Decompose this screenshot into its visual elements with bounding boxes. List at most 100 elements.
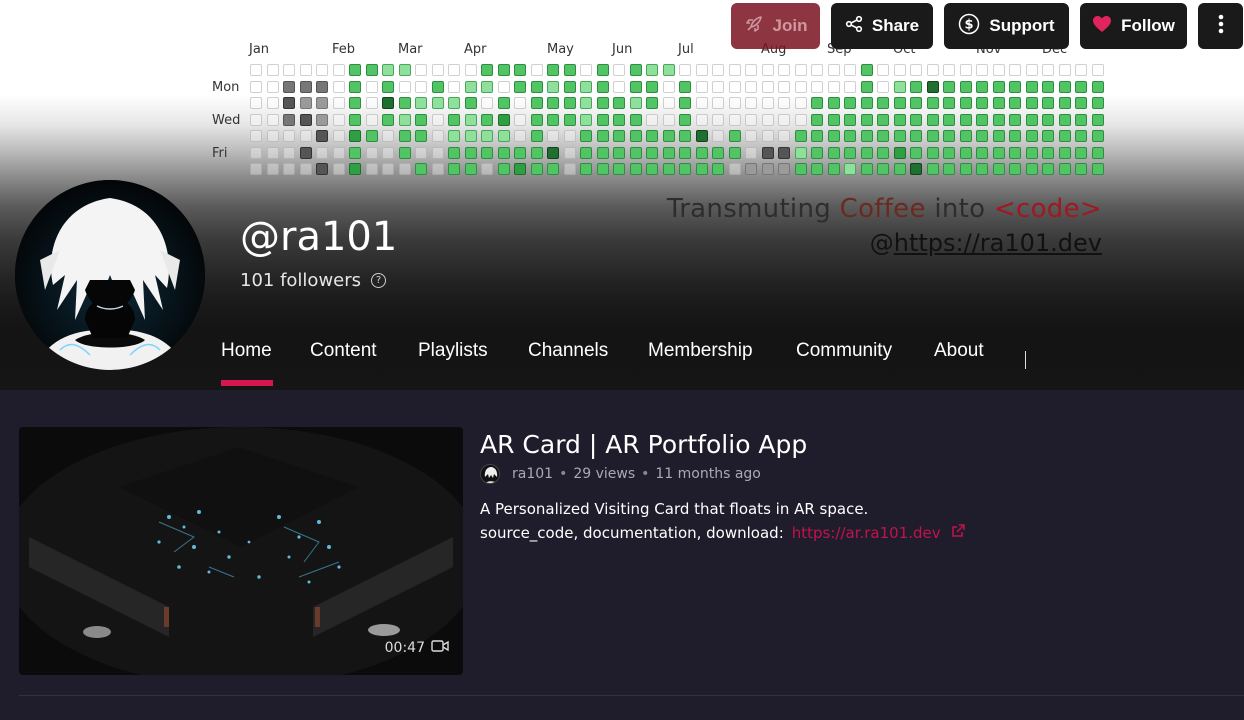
contribution-cell — [762, 81, 774, 93]
contribution-cell — [1075, 81, 1087, 93]
contribution-cell — [696, 81, 708, 93]
contribution-cell — [696, 163, 708, 175]
contribution-cell — [580, 130, 592, 142]
contribution-cell — [250, 81, 262, 93]
contribution-cell — [877, 130, 889, 142]
tab-playlists[interactable]: Playlists — [418, 340, 488, 362]
contribution-cell — [415, 147, 427, 159]
contribution-cell — [613, 64, 625, 76]
contribution-cell — [382, 97, 394, 109]
contribution-cell — [349, 130, 361, 142]
contribution-cell — [993, 81, 1005, 93]
month-label: May — [547, 42, 574, 57]
contribution-cell — [679, 130, 691, 142]
tab-content[interactable]: Content — [310, 340, 377, 362]
help-icon[interactable]: ? — [371, 273, 387, 288]
contribution-cell — [382, 130, 394, 142]
video-description-line: A Personalized Visiting Card that floats… — [480, 500, 869, 518]
video-meta: ra101 • 29 views • 11 months ago — [480, 464, 761, 484]
contribution-cell — [861, 147, 873, 159]
contribution-cell — [960, 97, 972, 109]
contribution-cell — [778, 147, 790, 159]
contribution-cell — [316, 163, 328, 175]
contribution-cell — [514, 163, 526, 175]
contribution-cell — [745, 147, 757, 159]
contribution-cell — [382, 163, 394, 175]
contribution-cell — [712, 114, 724, 126]
contribution-cell — [316, 147, 328, 159]
contribution-cell — [613, 130, 625, 142]
contribution-cell — [514, 64, 526, 76]
contribution-cell — [333, 163, 345, 175]
contribution-cell — [729, 163, 741, 175]
contribution-cell — [333, 81, 345, 93]
author-avatar[interactable] — [480, 464, 500, 484]
contribution-cell — [1026, 97, 1038, 109]
video-description-links: source_code, documentation, download: ht… — [480, 523, 966, 542]
tagline-text: into — [925, 194, 994, 224]
contribution-cell — [1042, 64, 1054, 76]
contribution-cell — [976, 147, 988, 159]
contribution-cell — [448, 114, 460, 126]
contribution-cell — [564, 163, 576, 175]
support-button[interactable]: $ Support — [944, 3, 1069, 49]
contribution-cell — [679, 97, 691, 109]
contribution-cell — [597, 147, 609, 159]
contribution-cell — [630, 114, 642, 126]
contribution-cell — [630, 130, 642, 142]
contribution-cell — [795, 81, 807, 93]
contribution-cell — [1042, 147, 1054, 159]
video-thumbnail[interactable]: 00:47 — [19, 427, 463, 675]
contribution-cell — [349, 163, 361, 175]
tabs-search-caret[interactable] — [1025, 351, 1026, 369]
contribution-cell — [432, 147, 444, 159]
contribution-cell — [399, 114, 411, 126]
contribution-cell — [844, 114, 856, 126]
contribution-cell — [366, 97, 378, 109]
contribution-cell — [300, 97, 312, 109]
contribution-cell — [795, 64, 807, 76]
contribution-cell — [745, 81, 757, 93]
tab-about[interactable]: About — [934, 340, 984, 362]
follow-button[interactable]: Follow — [1080, 3, 1187, 49]
contribution-cell — [927, 81, 939, 93]
contribution-cell — [366, 147, 378, 159]
contribution-cell — [712, 81, 724, 93]
contribution-cell — [976, 81, 988, 93]
contribution-cell — [795, 130, 807, 142]
contribution-cell — [1059, 81, 1071, 93]
contribution-cell — [795, 97, 807, 109]
active-tab-indicator — [221, 380, 273, 386]
contribution-cell — [399, 81, 411, 93]
followers-count-row: 101 followers ? — [240, 270, 387, 291]
share-button[interactable]: Share — [831, 3, 933, 49]
contribution-cell — [613, 114, 625, 126]
tab-community[interactable]: Community — [796, 340, 892, 362]
contribution-cell — [465, 114, 477, 126]
join-button[interactable]: Join — [731, 3, 820, 49]
more-options-button[interactable] — [1198, 3, 1243, 49]
contribution-cell — [514, 130, 526, 142]
contribution-cell — [993, 147, 1005, 159]
contribution-cell — [432, 130, 444, 142]
tab-membership[interactable]: Membership — [648, 340, 753, 362]
contribution-cell — [679, 114, 691, 126]
video-title[interactable]: AR Card | AR Portfolio App — [480, 430, 807, 459]
contribution-cell — [696, 147, 708, 159]
contribution-cell — [679, 147, 691, 159]
contribution-cell — [316, 81, 328, 93]
contribution-cell — [910, 130, 922, 142]
contribution-cell — [564, 130, 576, 142]
contribution-cell — [861, 130, 873, 142]
contribution-cell — [844, 163, 856, 175]
tab-home[interactable]: Home — [221, 340, 272, 362]
month-label: Jul — [678, 42, 694, 57]
contribution-cell — [1092, 64, 1104, 76]
external-link[interactable]: https://ar.ra101.dev — [792, 524, 941, 542]
external-link-icon[interactable] — [951, 523, 966, 542]
contribution-cell — [481, 147, 493, 159]
contribution-cell — [1026, 163, 1038, 175]
tab-channels[interactable]: Channels — [528, 340, 608, 362]
contribution-cell — [646, 97, 658, 109]
author-name[interactable]: ra101 — [512, 466, 553, 482]
